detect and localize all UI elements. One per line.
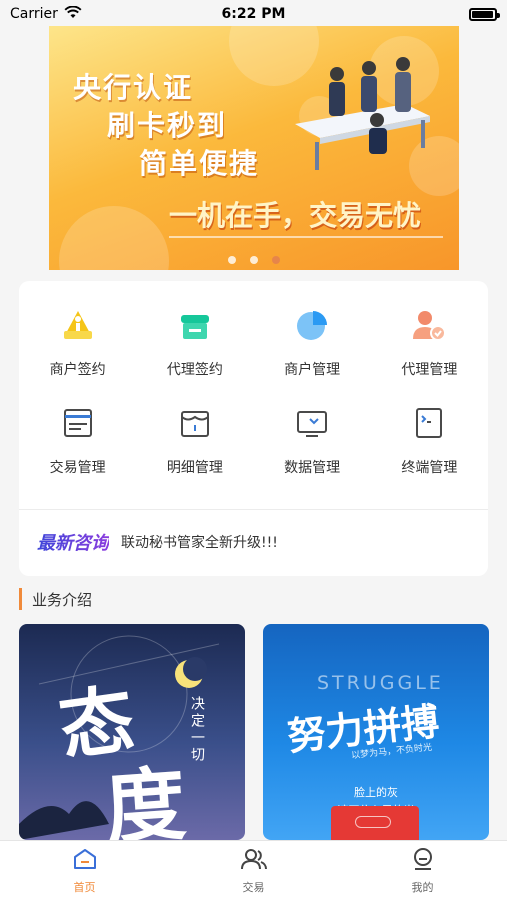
data-manage-icon	[290, 401, 334, 445]
tab-mine[interactable]: 我的	[338, 841, 507, 900]
carousel-dot[interactable]	[228, 256, 236, 264]
status-bar: Carrier 6:22 PM	[0, 0, 507, 28]
intro-card-attitude[interactable]: 态 度 决定一切	[19, 624, 245, 840]
trade-manage-icon	[56, 401, 100, 445]
intro-card-struggle[interactable]: STRUGGLE 努力拼搏 以梦为马，不负时光 脸上的灰 遮不住心里的光	[263, 624, 489, 840]
banner-line-3: 简单便捷	[139, 147, 260, 180]
wifi-icon	[64, 5, 82, 23]
banner-line-2: 刷卡秒到	[107, 109, 228, 142]
carousel-dot-active[interactable]	[272, 256, 280, 264]
menu-item-trade-manage[interactable]: 交易管理	[19, 401, 136, 477]
merchant-manage-icon	[290, 303, 334, 347]
banner-carousel[interactable]: 央行认证 刷卡秒到 简单便捷 一机在手，交易无忧	[49, 26, 459, 270]
menu-item-data-manage[interactable]: 数据管理	[254, 401, 371, 477]
section-header: 业务介绍	[19, 588, 92, 610]
detail-manage-icon	[173, 401, 217, 445]
users-icon	[240, 847, 268, 875]
card-vertical-text: 决定一切	[189, 696, 205, 764]
profile-icon	[410, 847, 436, 875]
agent-manage-icon	[407, 303, 451, 347]
news-bar[interactable]: 最新咨询 联动秘书管家全新升级!!!	[37, 529, 278, 555]
carousel-dot[interactable]	[250, 256, 258, 264]
news-text[interactable]: 联动秘书管家全新升级!!!	[121, 532, 278, 552]
carousel-dots[interactable]	[49, 256, 459, 264]
menu-item-agent-manage[interactable]: 代理管理	[371, 303, 488, 379]
battery-level	[472, 10, 493, 18]
merchant-sign-icon	[56, 303, 100, 347]
menu-item-terminal-manage[interactable]: 终端管理	[371, 401, 488, 477]
menu-item-merchant-manage[interactable]: 商户管理	[254, 303, 371, 379]
banner-line-1: 央行认证	[73, 71, 194, 104]
section-title: 业务介绍	[32, 590, 93, 609]
tab-trade[interactable]: 交易	[169, 841, 338, 900]
office-illustration	[295, 57, 430, 170]
battery-icon	[469, 7, 500, 21]
struggle-line-1: 脸上的灰	[354, 786, 398, 799]
menu-card: 商户签约 代理签约 商户管理 代理管理 交易管理 明细管理 数据管理 终端管理 …	[19, 281, 488, 576]
menu-item-agent-sign[interactable]: 代理签约	[136, 303, 253, 379]
menu-item-detail-manage[interactable]: 明细管理	[136, 401, 253, 477]
tab-home[interactable]: 首页	[0, 841, 169, 900]
terminal-manage-icon	[407, 401, 451, 445]
clock: 6:22 PM	[221, 6, 286, 22]
menu-item-merchant-sign[interactable]: 商户签约	[19, 303, 136, 379]
news-title: 最新咨询	[37, 529, 109, 555]
agent-sign-icon	[173, 303, 217, 347]
carrier-label: Carrier	[10, 6, 58, 22]
calligraphy-char-2: 度	[102, 756, 189, 840]
red-box-image	[331, 806, 419, 840]
tab-bar: 首页 交易 我的	[0, 840, 507, 900]
banner-slogan: 一机在手，交易无忧	[169, 199, 422, 232]
home-icon	[72, 847, 98, 875]
